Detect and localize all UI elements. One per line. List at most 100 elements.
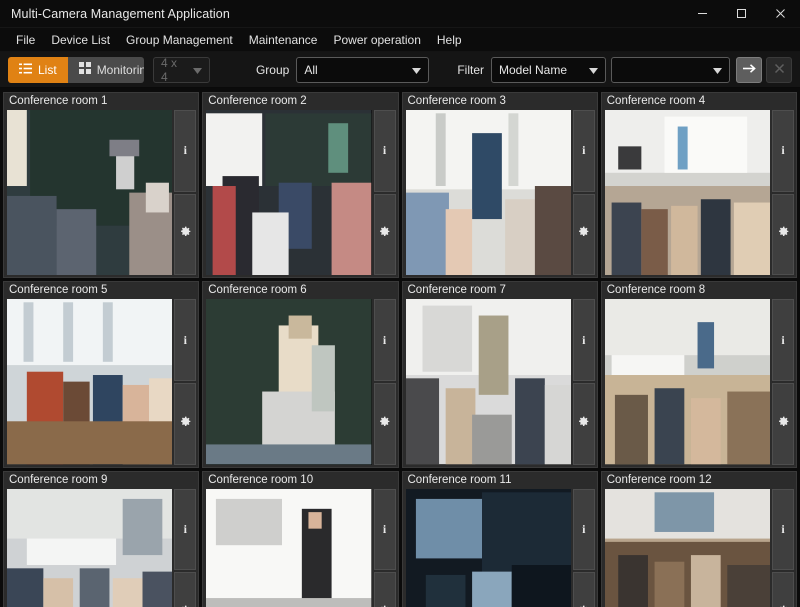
camera-tile-label: Conference room 1 <box>4 93 198 110</box>
camera-settings-button[interactable] <box>374 572 396 607</box>
filter-field-select[interactable]: Model Name <box>491 57 606 83</box>
camera-info-button[interactable]: i <box>374 110 396 192</box>
camera-info-button[interactable]: i <box>174 299 196 381</box>
camera-thumbnail[interactable] <box>206 489 371 607</box>
chevron-down-icon <box>185 63 202 77</box>
gear-icon <box>378 415 391 433</box>
filter-field-value: Model Name <box>499 63 567 77</box>
camera-tile-label: Conference room 3 <box>403 93 597 110</box>
clear-filter-button[interactable] <box>766 57 792 83</box>
camera-info-button[interactable]: i <box>573 489 595 571</box>
camera-thumbnail[interactable] <box>406 110 571 275</box>
camera-thumbnail[interactable] <box>605 299 770 464</box>
camera-tile-body: i <box>403 299 597 466</box>
view-mode-monitoring-label: Monitoring <box>97 63 144 77</box>
view-mode-monitoring-button[interactable]: Monitoring <box>68 57 144 83</box>
camera-thumbnail[interactable] <box>7 489 172 607</box>
gear-icon <box>179 225 192 243</box>
camera-settings-button[interactable] <box>374 383 396 465</box>
filter-section: Filter Model Name <box>457 57 792 83</box>
camera-settings-button[interactable] <box>573 572 595 607</box>
camera-tile-body: i <box>4 489 198 607</box>
camera-thumbnail[interactable] <box>605 110 770 275</box>
maximize-icon[interactable] <box>722 0 761 28</box>
camera-thumbnail[interactable] <box>605 489 770 607</box>
camera-tile[interactable]: Conference room 11i <box>402 471 598 607</box>
gear-icon <box>777 225 790 243</box>
group-select-value: All <box>304 63 317 77</box>
minimize-icon[interactable] <box>683 0 722 28</box>
camera-settings-button[interactable] <box>174 383 196 465</box>
camera-tile-label: Conference room 8 <box>602 282 796 299</box>
camera-tile-label: Conference room 12 <box>602 472 796 489</box>
camera-info-button[interactable]: i <box>374 489 396 571</box>
camera-tile[interactable]: Conference room 4i <box>601 92 797 278</box>
camera-tile[interactable]: Conference room 5i <box>3 281 199 467</box>
camera-tile-actions: i <box>374 299 398 466</box>
gear-icon <box>378 225 391 243</box>
camera-tile[interactable]: Conference room 8i <box>601 281 797 467</box>
info-icon: i <box>184 522 187 537</box>
camera-tile-actions: i <box>374 110 398 277</box>
application-window: Multi-Camera Management Application File… <box>0 0 800 607</box>
camera-tile-actions: i <box>174 299 198 466</box>
camera-tile[interactable]: Conference room 7i <box>402 281 598 467</box>
camera-tile[interactable]: Conference room 3i <box>402 92 598 278</box>
camera-info-button[interactable]: i <box>772 489 794 571</box>
camera-tile-body: i <box>203 110 397 277</box>
camera-info-button[interactable]: i <box>573 110 595 192</box>
menu-item-device-list[interactable]: Device List <box>43 30 118 50</box>
camera-tile[interactable]: Conference room 12i <box>601 471 797 607</box>
view-mode-toggle: List Monitoring <box>8 57 144 83</box>
camera-info-button[interactable]: i <box>174 110 196 192</box>
layout-select[interactable]: 4 x 4 <box>153 57 210 83</box>
camera-thumbnail[interactable] <box>406 489 571 607</box>
menu-item-group-management[interactable]: Group Management <box>118 30 241 50</box>
menu-item-maintenance[interactable]: Maintenance <box>241 30 326 50</box>
camera-tile[interactable]: Conference room 1i <box>3 92 199 278</box>
view-mode-list-button[interactable]: List <box>8 57 68 83</box>
camera-tile-label: Conference room 10 <box>203 472 397 489</box>
camera-info-button[interactable]: i <box>174 489 196 571</box>
camera-settings-button[interactable] <box>772 572 794 607</box>
camera-settings-button[interactable] <box>772 194 794 276</box>
menu-item-power-operation[interactable]: Power operation <box>325 30 428 50</box>
camera-tile[interactable]: Conference room 10i <box>202 471 398 607</box>
camera-tile[interactable]: Conference room 6 i <box>202 281 398 467</box>
menu-bar: File Device List Group Management Mainte… <box>0 28 800 52</box>
camera-settings-button[interactable] <box>573 194 595 276</box>
camera-thumbnail[interactable] <box>7 110 172 275</box>
chevron-down-icon <box>705 63 722 77</box>
camera-settings-button[interactable] <box>573 383 595 465</box>
camera-tile-body: i <box>403 489 597 607</box>
camera-tile-label: Conference room 2 <box>203 93 397 110</box>
camera-info-button[interactable]: i <box>772 299 794 381</box>
camera-info-button[interactable]: i <box>374 299 396 381</box>
camera-tile-body: i <box>203 489 397 607</box>
camera-settings-button[interactable] <box>174 572 196 607</box>
close-icon[interactable] <box>761 0 800 28</box>
camera-thumbnail[interactable] <box>206 299 371 464</box>
camera-info-button[interactable]: i <box>573 299 595 381</box>
camera-tile[interactable]: Conference room 2i <box>202 92 398 278</box>
camera-tile-actions: i <box>573 110 597 277</box>
camera-tile[interactable]: Conference room 9i <box>3 471 199 607</box>
camera-tile-label: Conference room 6 <box>203 282 397 299</box>
camera-thumbnail[interactable] <box>7 299 172 464</box>
gear-icon <box>577 415 590 433</box>
gear-icon <box>777 415 790 433</box>
menu-item-file[interactable]: File <box>8 30 43 50</box>
info-icon: i <box>184 333 187 348</box>
info-icon: i <box>582 522 585 537</box>
camera-settings-button[interactable] <box>174 194 196 276</box>
apply-filter-button[interactable] <box>736 57 762 83</box>
camera-settings-button[interactable] <box>374 194 396 276</box>
group-select[interactable]: All <box>296 57 429 83</box>
menu-item-help[interactable]: Help <box>429 30 470 50</box>
camera-info-button[interactable]: i <box>772 110 794 192</box>
info-icon: i <box>383 333 386 348</box>
camera-settings-button[interactable] <box>772 383 794 465</box>
camera-thumbnail[interactable] <box>206 110 371 275</box>
filter-value-select[interactable] <box>611 57 730 83</box>
camera-thumbnail[interactable] <box>406 299 571 464</box>
